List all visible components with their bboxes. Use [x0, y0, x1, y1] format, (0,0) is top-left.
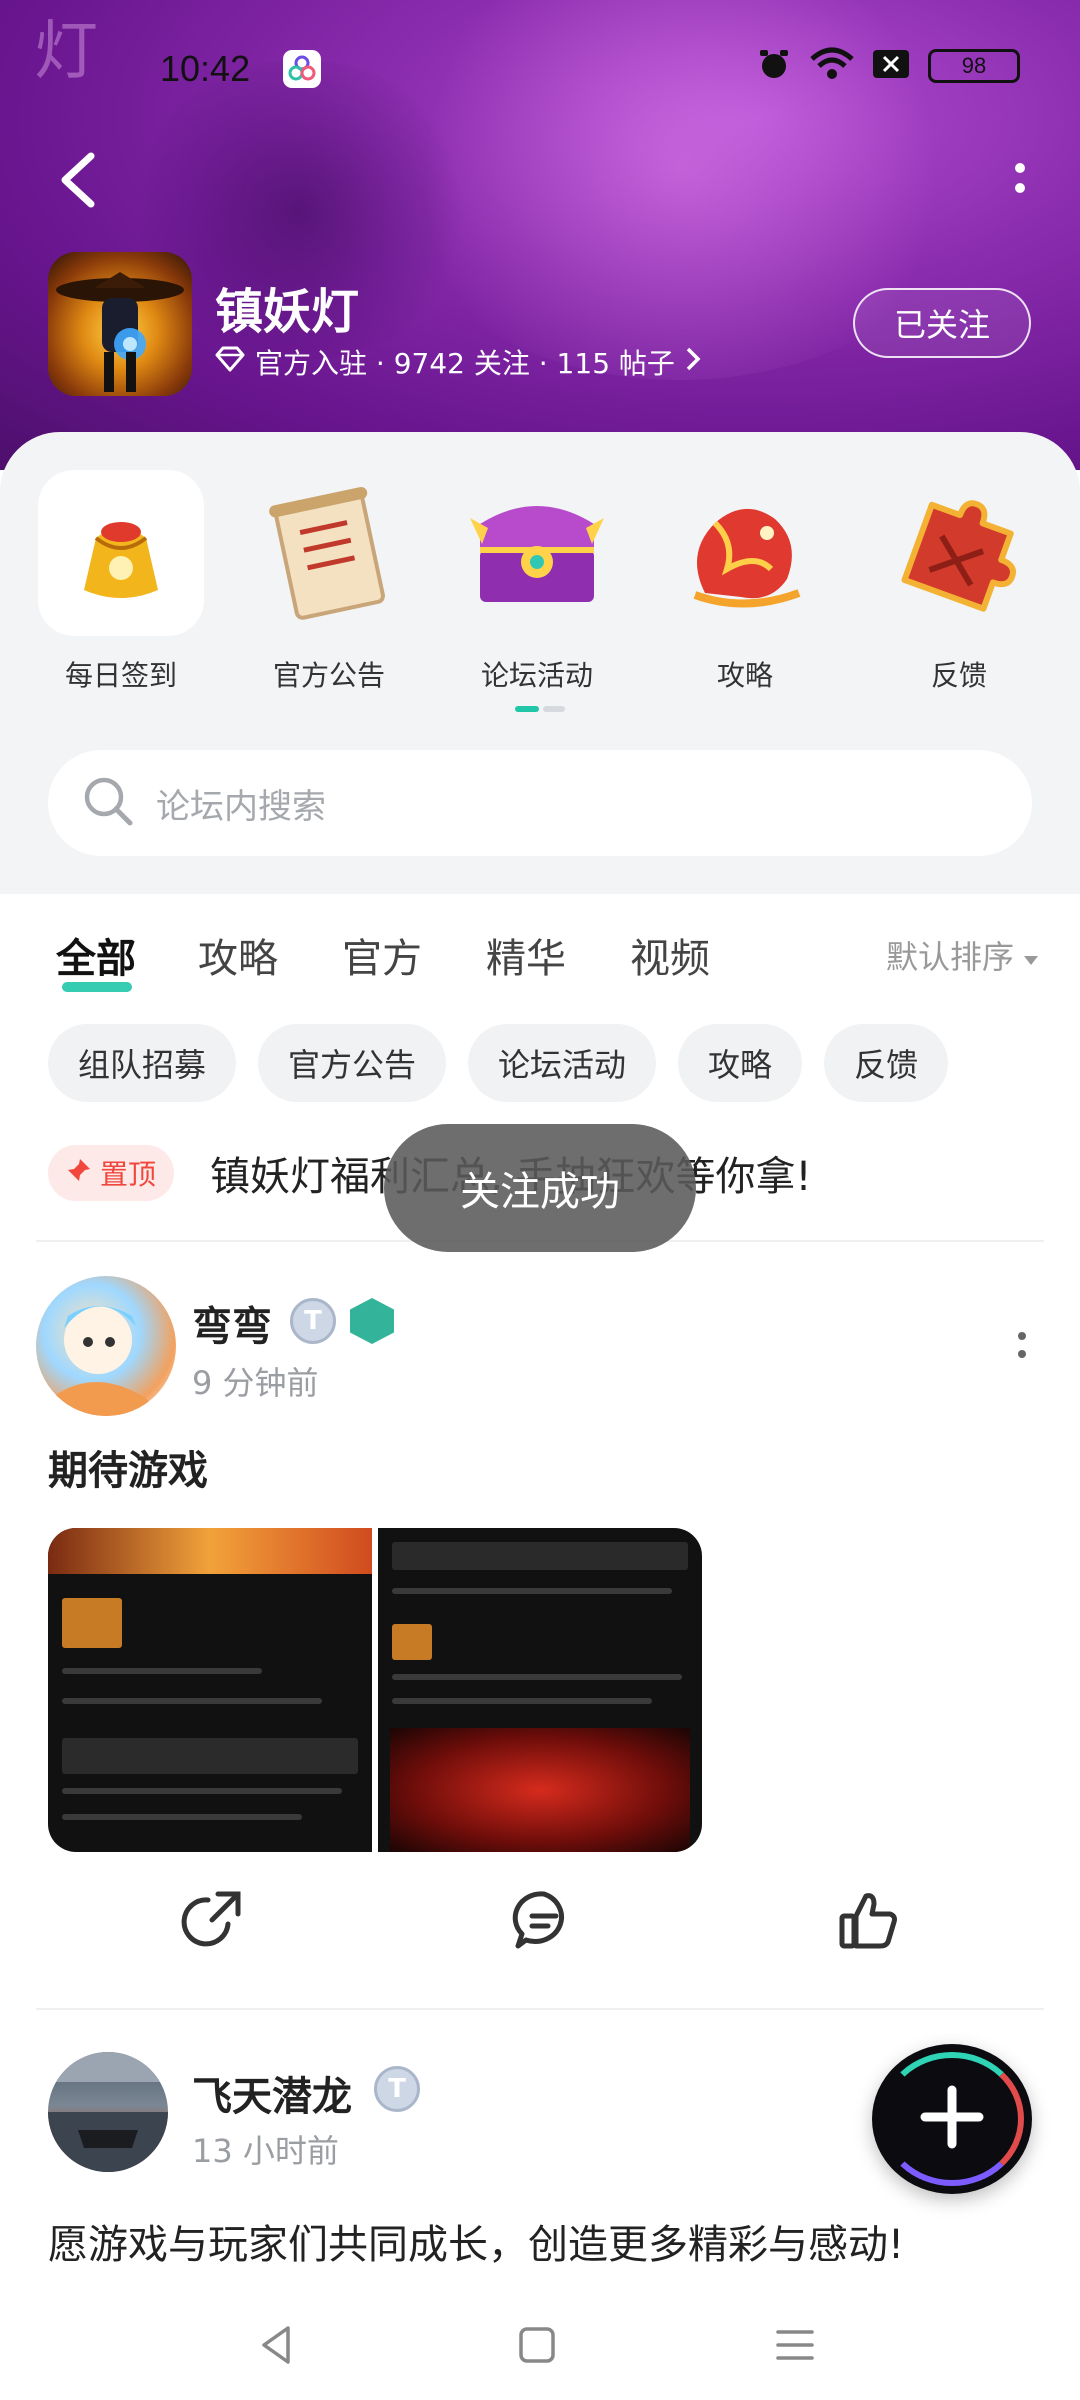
comment-icon[interactable]: [512, 1888, 576, 1952]
tab-all[interactable]: 全部: [56, 926, 136, 992]
system-nav-bar: [0, 2290, 1080, 2400]
post-author[interactable]: 飞天潜龙: [192, 2064, 352, 2122]
post-time: 9 分钟前: [192, 1364, 319, 1402]
avatar[interactable]: [48, 2052, 168, 2172]
game-meta-text: 官方入驻 · 9742 关注 · 115 帖子: [255, 347, 675, 380]
wifi-icon: [810, 47, 854, 85]
post-text[interactable]: 愿游戏与玩家们共同成长，创造更多精彩与感动!: [48, 2212, 904, 2270]
search-placeholder: 论坛内搜索: [156, 786, 326, 827]
title-badge-icon: T: [374, 2066, 420, 2112]
status-bar: 10:42 98: [0, 40, 1080, 100]
battery-indicator: 98: [928, 49, 1020, 83]
quick-entry-checkin[interactable]: 每日签到: [36, 470, 206, 700]
chevron-right-icon: [685, 346, 701, 379]
divider: [36, 2008, 1044, 2010]
quick-entry-label: 攻略: [716, 659, 773, 692]
level-badge-icon: [350, 1298, 394, 1344]
filter-chips: 组队招募 官方公告 论坛活动 攻略 反馈: [48, 1024, 949, 1102]
chip-feedback[interactable]: 反馈: [824, 1024, 949, 1102]
carousel-indicator: [515, 706, 565, 712]
toast-message: 关注成功: [384, 1124, 696, 1252]
treasure-chest-icon: [454, 470, 620, 636]
nav-home-icon[interactable]: [512, 2320, 562, 2370]
quick-entries: 每日签到 官方公告 论坛活动 攻略 反馈: [0, 470, 1080, 700]
nav-menu-icon[interactable]: [770, 2320, 820, 2370]
chip-announcements[interactable]: 官方公告: [258, 1024, 447, 1102]
post-more-button[interactable]: [1012, 1326, 1032, 1366]
post-author[interactable]: 弯弯: [192, 1294, 272, 1352]
game-icon: [48, 252, 192, 396]
like-icon[interactable]: [836, 1888, 900, 1952]
post-title[interactable]: 期待游戏: [48, 1438, 208, 1496]
more-options-button[interactable]: [1000, 150, 1040, 210]
chip-events[interactable]: 论坛活动: [468, 1024, 657, 1102]
quick-entry-label: 论坛活动: [480, 659, 593, 692]
caret-down-icon: [1022, 936, 1040, 974]
quick-entry-events[interactable]: 论坛活动: [452, 470, 622, 700]
share-icon[interactable]: [180, 1888, 244, 1952]
game-meta[interactable]: 官方入驻 · 9742 关注 · 115 帖子: [215, 342, 701, 382]
lucky-bag-icon: [38, 470, 204, 636]
dragon-icon: [662, 470, 828, 636]
status-time: 10:42: [160, 48, 251, 89]
quick-entry-label: 反馈: [930, 659, 987, 692]
diamond-icon: [215, 346, 245, 379]
post-actions: [0, 1888, 1080, 1968]
post-image[interactable]: [378, 1528, 702, 1852]
sim-off-icon: [872, 49, 910, 83]
post-time: 13 小时前: [192, 2132, 339, 2170]
tab-official[interactable]: 官方: [342, 926, 422, 984]
pin-icon: [66, 1157, 92, 1190]
plus-icon: [917, 2082, 987, 2156]
quick-entry-feedback[interactable]: 反馈: [874, 470, 1044, 700]
tab-videos[interactable]: 视频: [630, 926, 710, 984]
alarm-icon: [756, 46, 792, 86]
pinned-badge: 置顶: [48, 1145, 175, 1201]
puzzle-icon: [876, 470, 1042, 636]
game-title: 镇妖灯: [215, 284, 360, 340]
nav-back-icon[interactable]: [252, 2320, 302, 2370]
sort-dropdown[interactable]: 默认排序: [886, 932, 1040, 978]
create-post-button[interactable]: [872, 2044, 1032, 2194]
tab-guides[interactable]: 攻略: [198, 926, 278, 984]
back-button[interactable]: [55, 150, 105, 210]
follow-button[interactable]: 已关注: [853, 288, 1031, 358]
search-input[interactable]: 论坛内搜索: [48, 750, 1032, 856]
quick-entry-label: 每日签到: [64, 659, 177, 692]
post-image[interactable]: [48, 1528, 372, 1852]
notification-app-icon: [283, 50, 321, 88]
quick-entry-guides[interactable]: 攻略: [660, 470, 830, 700]
post-images[interactable]: [48, 1528, 702, 1852]
chip-guides[interactable]: 攻略: [678, 1024, 803, 1102]
quick-entry-label: 官方公告: [272, 659, 385, 692]
avatar[interactable]: [36, 1276, 176, 1416]
pinned-badge-label: 置顶: [100, 1158, 157, 1191]
tab-featured[interactable]: 精华: [486, 926, 566, 984]
title-badge-icon: T: [290, 1298, 336, 1344]
sort-label: 默认排序: [885, 938, 1014, 976]
feed-tabs: 全部 攻略 官方 精华 视频 默认排序: [0, 894, 1080, 1014]
scroll-icon: [246, 470, 412, 636]
chip-team-recruit[interactable]: 组队招募: [48, 1024, 237, 1102]
quick-entry-announcements[interactable]: 官方公告: [244, 470, 414, 700]
search-icon: [80, 773, 136, 833]
